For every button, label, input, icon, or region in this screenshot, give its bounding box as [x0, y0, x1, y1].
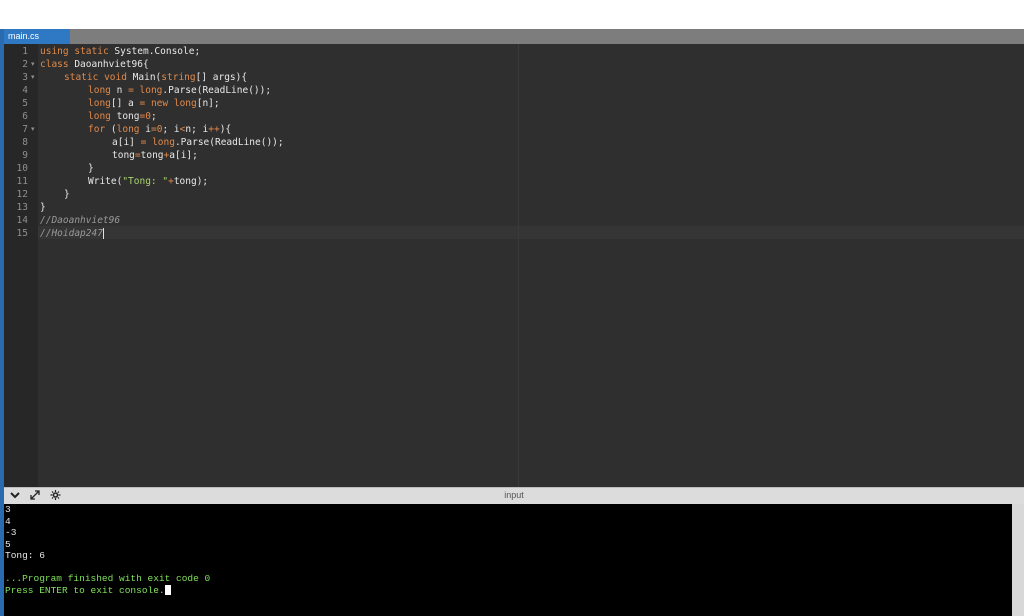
code-line: } [64, 189, 70, 200]
console-line: 5 [5, 538, 11, 550]
code-line: tong=tong+a[i]; [112, 150, 198, 161]
code-line: long[] a = new long[n]; [88, 98, 220, 109]
line-number: 7 [22, 124, 28, 135]
text-cursor [102, 228, 104, 239]
code-line: using static System.Console; [40, 46, 201, 57]
console-scrollbar[interactable] [1012, 504, 1024, 616]
fold-toggle-icon[interactable]: ▾ [31, 58, 35, 71]
line-number: 6 [22, 111, 28, 122]
line-number: 9 [22, 150, 28, 161]
console-line: 3 [5, 504, 11, 515]
editor-tab-bar: main.cs [4, 29, 1024, 44]
line-number: 15 [16, 228, 28, 239]
code-line: //Hoidap247 [40, 228, 104, 239]
console-label: input [504, 490, 524, 500]
line-number: 8 [22, 137, 28, 148]
code-line: } [88, 163, 94, 174]
line-number: 10 [16, 163, 28, 174]
code-line: static void Main(string[] args){ [64, 72, 248, 83]
line-number: 3 [22, 72, 28, 83]
line-number: 1 [22, 46, 28, 57]
code-line: //Daoanhviet96 [40, 215, 121, 226]
print-margin [518, 44, 519, 487]
fold-toggle-icon[interactable]: ▾ [31, 71, 35, 84]
tab-main-cs[interactable]: main.cs [4, 29, 70, 44]
active-line-highlight [38, 226, 1024, 239]
console-output[interactable]: 3 4 -3 5 Tong: 6 ...Program finished wit… [4, 504, 1012, 616]
console-line: Press ENTER to exit console. [5, 585, 171, 597]
line-number: 2 [22, 59, 28, 70]
code-line: a[i] = long.Parse(ReadLine()); [112, 137, 284, 148]
line-number: 5 [22, 98, 28, 109]
code-line: } [40, 202, 46, 213]
console-line: ...Program finished with exit code 0 [5, 573, 211, 584]
code-line: Write("Tong: "+tong); [88, 176, 209, 187]
line-number: 4 [22, 85, 28, 96]
code-line: long n = long.Parse(ReadLine()); [88, 85, 272, 96]
code-editor[interactable]: 1 2 3 4 5 6 7 8 9 10 11 12 13 14 15 ▾ ▾ … [4, 44, 1024, 487]
line-number: 12 [16, 189, 28, 200]
code-line: for (long i=0; i<n; i++){ [88, 124, 232, 135]
line-number: 11 [16, 176, 28, 187]
line-number: 14 [16, 215, 28, 226]
code-line: long tong=0; [88, 111, 157, 122]
console-cursor [164, 584, 171, 595]
code-line: class Daoanhviet96{ [40, 59, 149, 70]
line-number: 13 [16, 202, 28, 213]
console-line: Tong: 6 [5, 550, 45, 561]
console-line: 4 [5, 515, 11, 527]
fold-toggle-icon[interactable]: ▾ [31, 123, 35, 136]
console-toolbar: input [4, 487, 1024, 504]
console-line: -3 [5, 527, 17, 538]
